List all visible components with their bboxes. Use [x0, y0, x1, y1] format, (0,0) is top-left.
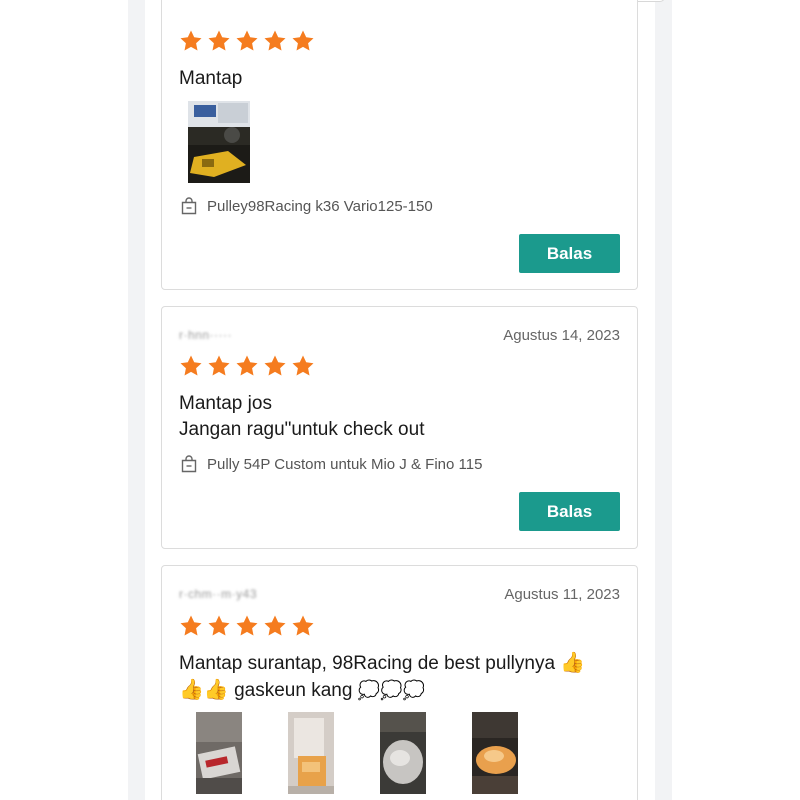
review-text-line: Mantap surantap, 98Racing de best pullyn…: [179, 650, 623, 677]
thumbs-up-icon: 👍: [203, 679, 229, 701]
star-icon: [264, 355, 286, 376]
star-icon: [292, 355, 314, 376]
anger-burst-icon: 💭: [402, 680, 425, 700]
star-icon: [236, 615, 258, 636]
page-gutter-left: [128, 0, 145, 800]
anger-burst-icon: 💭: [357, 680, 381, 700]
page-gutter-right: [655, 0, 672, 800]
review-date: Agustus 14, 2023: [503, 327, 620, 344]
product-variant: Pully 54P Custom untuk Mio J & Fino 115: [179, 454, 482, 474]
product-name: Pulley98Racing k36 Vario125-150: [207, 197, 433, 215]
review-date: Agustus 11, 2023: [504, 586, 620, 603]
review-text-part: Mantap surantap, 98Racing de best pullyn…: [179, 653, 556, 674]
anger-burst-icon: 💭: [380, 680, 403, 700]
reply-button[interactable]: Balas: [519, 492, 620, 531]
star-icon: [180, 355, 202, 376]
star-icon: [264, 615, 286, 636]
star-icon: [208, 30, 230, 51]
review-photo[interactable]: [380, 712, 426, 794]
review-photo-image: [196, 712, 242, 794]
review-photo[interactable]: [196, 712, 242, 794]
star-icon: [236, 355, 258, 376]
review-photo-image: [188, 101, 250, 183]
review-text-line: Mantap jos: [179, 393, 272, 414]
review-photo-image: [472, 712, 518, 794]
star-icon: [180, 30, 202, 51]
review-text: Mantap surantap, 98Racing de best pullyn…: [179, 650, 623, 704]
star-icon: [208, 355, 230, 376]
star-icon: [180, 615, 202, 636]
star-rating: [179, 354, 315, 378]
star-icon: [292, 30, 314, 51]
review-photo-image: [380, 712, 426, 794]
review-text-part: gaskeun kang: [234, 680, 353, 701]
thumbs-up-icon: 👍: [560, 652, 586, 674]
review-photo[interactable]: [188, 101, 250, 183]
product-name: Pully 54P Custom untuk Mio J & Fino 115: [207, 455, 483, 473]
review-text: Mantap: [179, 66, 623, 92]
shopping-bag-icon: [181, 197, 197, 215]
review-text-line: Jangan ragu"untuk check out: [179, 419, 425, 440]
review-text-line: Mantap: [179, 68, 243, 89]
thumbs-up-icon: 👍: [179, 679, 204, 701]
product-variant: Pulley98Racing k36 Vario125-150: [179, 196, 433, 216]
review-card: r·hnn····· Agustus 14, 2023 Mantap jos J…: [161, 306, 638, 549]
reviewer-name: r·hnn·····: [179, 328, 232, 342]
review-photo[interactable]: [472, 712, 518, 794]
star-rating: [179, 614, 315, 638]
reply-button[interactable]: Balas: [519, 234, 620, 273]
reviewer-name: r·chm··m·y43: [179, 587, 257, 601]
star-icon: [264, 30, 286, 51]
review-card: r·chm··m·y43 Agustus 11, 2023 Mantap sur…: [161, 565, 638, 800]
shopping-bag-icon: [181, 455, 197, 473]
review-text-line: 👍👍 gaskeun kang 💭💭💭: [179, 677, 623, 704]
star-icon: [208, 615, 230, 636]
star-rating: [179, 29, 315, 53]
review-photo-image: [288, 712, 334, 794]
review-text: Mantap jos Jangan ragu"untuk check out: [179, 391, 623, 443]
review-card: Mantap Pulley98Racing k36 Vario125-150 B…: [161, 0, 638, 290]
review-photo[interactable]: [288, 712, 334, 794]
star-icon: [236, 30, 258, 51]
star-icon: [292, 615, 314, 636]
